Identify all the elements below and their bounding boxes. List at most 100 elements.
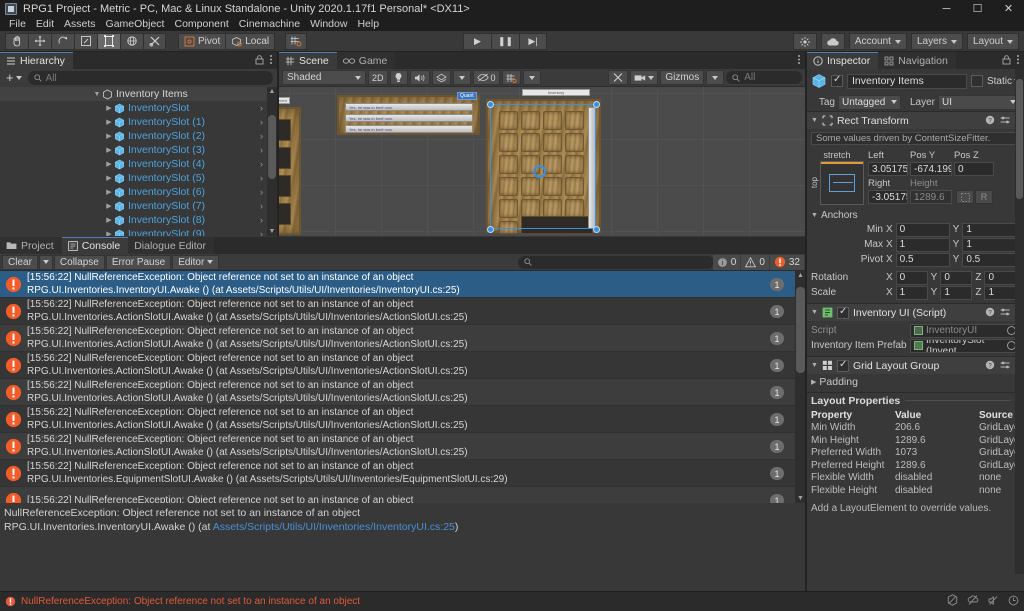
raw-edit-button[interactable]: R <box>975 190 993 204</box>
more-menu-icon[interactable] <box>269 54 273 68</box>
console-message-row[interactable]: [15:56:22] NullReferenceException: Objec… <box>0 460 806 487</box>
pivot-y-field[interactable]: 0.5 <box>962 252 1017 267</box>
tab-inspector[interactable]: Inspector <box>807 52 879 69</box>
left-field[interactable]: 3.051758 <box>868 162 908 176</box>
menu-window[interactable]: Window <box>305 17 352 31</box>
minimize-button[interactable]: ─ <box>931 0 962 17</box>
menu-file[interactable]: File <box>4 17 31 31</box>
console-error-count[interactable]: 32 <box>769 254 804 270</box>
anchor-min-x-field[interactable]: 0 <box>895 222 950 237</box>
console-error-pause-toggle[interactable]: Error Pause <box>105 254 172 270</box>
scale-tool-icon[interactable] <box>74 32 97 50</box>
tab-hierarchy[interactable]: Hierarchy <box>0 52 73 69</box>
chevron-right-icon[interactable]: › <box>260 145 263 155</box>
hierarchy-root-row[interactable]: ▼ Inventory Items <box>0 87 277 101</box>
gameobject-name-input[interactable]: Inventory Items <box>847 73 967 89</box>
hierarchy-item-row[interactable]: ▶ InventorySlot (7) › <box>0 199 277 213</box>
toggle-2d-button[interactable]: 2D <box>368 70 388 85</box>
menu-help[interactable]: Help <box>352 17 384 31</box>
hierarchy-item-row[interactable]: ▶ InventorySlot (5) › <box>0 171 277 185</box>
splitter-hierarchy-scene[interactable] <box>278 52 279 237</box>
close-button[interactable]: ✕ <box>993 0 1024 17</box>
grid-layout-header[interactable]: ▼ Grid Layout Group ? <box>807 357 1024 374</box>
move-tool-icon[interactable] <box>28 32 51 50</box>
foldout-arrow-icon[interactable]: ▶ <box>811 378 816 386</box>
scene-handle-tr[interactable] <box>593 101 600 108</box>
pause-button[interactable]: ❚❚ <box>491 33 519 50</box>
tab-game[interactable]: Game <box>336 52 396 69</box>
step-button[interactable]: ▶| <box>519 33 547 50</box>
hierarchy-item-row[interactable]: ▶ InventorySlot (2) › <box>0 129 277 143</box>
posz-field[interactable]: 0 <box>954 162 994 176</box>
more-menu-icon[interactable] <box>797 54 801 68</box>
console-message-row[interactable]: [15:56:22] NullReferenceException: Objec… <box>0 298 806 325</box>
prefab-object-field[interactable]: InventorySlot (Invent <box>910 338 1020 353</box>
tab-dialogue-editor[interactable]: Dialogue Editor <box>128 237 215 254</box>
hierarchy-item-row[interactable]: ▶ InventorySlot (1) › <box>0 115 277 129</box>
rect-transform-header[interactable]: ▼ Rect Transform ? <box>807 112 1024 129</box>
expand-arrow-icon[interactable]: ▶ <box>104 216 114 224</box>
anchor-max-x-field[interactable]: 1 <box>895 237 950 252</box>
inspector-scroll-thumb[interactable] <box>1016 79 1023 199</box>
hierarchy-item-row[interactable]: ▶ InventorySlot (6) › <box>0 185 277 199</box>
anchor-min-y-field[interactable]: 1 <box>962 222 1017 237</box>
chevron-right-icon[interactable]: › <box>260 159 263 169</box>
console-message-row[interactable]: [15:56:22] NullReferenceException: Objec… <box>0 352 806 379</box>
expand-arrow-icon[interactable]: ▶ <box>104 132 114 140</box>
menu-gameobject[interactable]: GameObject <box>101 17 170 31</box>
account-dropdown[interactable]: Account <box>848 33 907 50</box>
chevron-right-icon[interactable]: › <box>260 173 263 183</box>
scene-handle-tl[interactable] <box>487 101 494 108</box>
collab-icon[interactable] <box>792 33 817 50</box>
tab-console[interactable]: Console <box>61 237 129 254</box>
hierarchy-scroll-thumb[interactable] <box>268 115 276 179</box>
scene-fx-caret[interactable] <box>452 70 471 85</box>
chevron-right-icon[interactable]: › <box>260 229 263 236</box>
foldout-arrow-icon[interactable]: ▼ <box>811 117 818 124</box>
console-scroll-thumb[interactable] <box>796 287 805 373</box>
inspector-scrollbar[interactable] <box>1015 69 1024 574</box>
expand-arrow-icon[interactable]: ▶ <box>104 146 114 154</box>
custom-tool-icon[interactable] <box>143 32 166 50</box>
padding-foldout[interactable]: ▶ Padding <box>807 374 1024 390</box>
blueprint-mode-button[interactable] <box>956 190 974 204</box>
hierarchy-item-row[interactable]: ▶ InventorySlot (3) › <box>0 143 277 157</box>
gizmos-dropdown[interactable]: Gizmos <box>660 70 705 85</box>
menu-cinemachine[interactable]: Cinemachine <box>234 17 305 31</box>
scene-lighting-icon[interactable] <box>389 70 408 85</box>
hierarchy-scrollbar[interactable]: ▲ ▼ <box>267 87 277 236</box>
scroll-up-arrow-icon[interactable]: ▲ <box>267 88 277 95</box>
lock-icon[interactable] <box>1002 54 1011 68</box>
maximize-button[interactable]: ☐ <box>962 0 993 17</box>
expand-arrow-icon[interactable]: ▶ <box>104 230 114 236</box>
help-icon[interactable]: ? <box>985 115 995 127</box>
anchor-preset-box[interactable] <box>820 161 864 205</box>
grid-layout-enabled-checkbox[interactable] <box>836 359 849 372</box>
expand-arrow-icon[interactable]: ▶ <box>104 174 114 182</box>
hierarchy-item-row[interactable]: ▶ InventorySlot (4) › <box>0 157 277 171</box>
expand-arrow-icon[interactable]: ▼ <box>92 91 102 98</box>
scene-pivot-handle[interactable] <box>533 165 546 178</box>
status-message[interactable]: NullReferenceException: Object reference… <box>21 596 360 607</box>
gameobject-enabled-checkbox[interactable] <box>831 74 843 87</box>
cloud-status-icon[interactable] <box>967 594 979 609</box>
scale-z-field[interactable]: 1 <box>984 285 1017 300</box>
menu-assets[interactable]: Assets <box>59 17 101 31</box>
help-icon[interactable]: ? <box>985 307 995 319</box>
chevron-right-icon[interactable]: › <box>260 215 263 225</box>
scene-grid-caret[interactable] <box>522 70 541 85</box>
scene-hidden-objects-toggle[interactable]: 0 <box>472 70 500 85</box>
preset-icon[interactable] <box>1000 115 1011 127</box>
scale-x-field[interactable]: 1 <box>895 285 928 300</box>
help-icon[interactable]: ? <box>985 360 995 372</box>
more-menu-icon[interactable] <box>1016 54 1020 68</box>
chevron-right-icon[interactable]: › <box>260 187 263 197</box>
scroll-down-arrow-icon[interactable]: ▼ <box>267 228 277 235</box>
scene-handle-bl[interactable] <box>487 226 494 233</box>
tag-dropdown[interactable]: Untagged <box>838 94 901 110</box>
posy-field[interactable]: -674.199 <box>910 162 952 176</box>
console-message-row[interactable]: [15:56:22] NullReferenceException: Objec… <box>0 406 806 433</box>
scene-audio-icon[interactable] <box>409 70 430 85</box>
shading-mode-dropdown[interactable]: Shaded <box>282 70 366 85</box>
hierarchy-search-input[interactable]: All <box>27 71 273 85</box>
